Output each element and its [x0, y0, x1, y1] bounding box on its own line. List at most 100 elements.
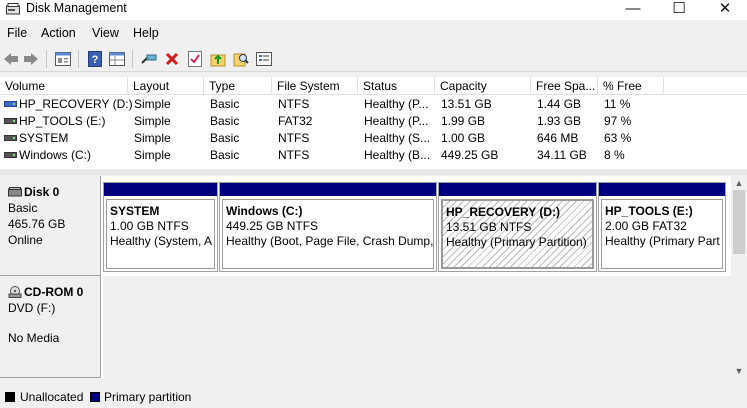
- volume-free: 34.11 GB: [537, 148, 587, 162]
- partition-system[interactable]: SYSTEM 1.00 GB NTFS Healthy (System, A: [103, 182, 218, 272]
- partition-name: HP_TOOLS (E:): [605, 204, 693, 218]
- legend-unallocated: Unallocated: [20, 390, 84, 404]
- legend-primary: Primary partition: [104, 390, 192, 404]
- volume-capacity: 13.51 GB: [441, 97, 492, 111]
- cdrom-0-info[interactable]: CD-ROM 0 DVD (F:) No Media: [0, 276, 101, 378]
- volume-layout: Simple: [134, 114, 171, 128]
- close-button[interactable]: ✕: [702, 0, 747, 20]
- vertical-scrollbar[interactable]: ▲ ▼: [731, 176, 747, 378]
- hard-disk-icon: [8, 187, 22, 197]
- partition-color-bar: [104, 183, 217, 196]
- column-free-space[interactable]: Free Spa...: [531, 77, 598, 95]
- menu-view[interactable]: View: [92, 26, 119, 40]
- partition-size: 13.51 GB NTFS: [446, 220, 532, 234]
- toolbar-separator: [132, 50, 133, 68]
- volume-name: Windows (C:): [19, 148, 92, 162]
- column-file-system[interactable]: File System: [272, 77, 358, 95]
- volume-layout: Simple: [134, 97, 171, 111]
- svg-text:?: ?: [92, 54, 99, 66]
- volume-pct-free: 8 %: [604, 148, 625, 162]
- volume-type: Basic: [210, 114, 240, 128]
- primary-partition-swatch: [90, 392, 100, 402]
- column-volume[interactable]: Volume: [0, 77, 128, 95]
- partition-status: Healthy (Primary Partition): [446, 235, 587, 249]
- menu-bar: File Action View Help: [0, 24, 747, 44]
- volume-name: SYSTEM: [19, 131, 69, 145]
- partition-windows[interactable]: Windows (C:) 449.25 GB NTFS Healthy (Boo…: [219, 182, 437, 272]
- toolbar-separator: [78, 50, 79, 68]
- maximize-button[interactable]: ☐: [656, 0, 702, 20]
- column-capacity[interactable]: Capacity: [435, 77, 531, 95]
- disk-0-info[interactable]: Disk 0 Basic 465.76 GB Online: [0, 176, 101, 276]
- volume-row[interactable]: Windows (C:) Simple Basic NTFS Healthy (…: [0, 147, 747, 164]
- search-icon[interactable]: [232, 50, 250, 68]
- window-title: Disk Management: [26, 1, 127, 15]
- disk-state: Online: [8, 233, 43, 247]
- settings-icon[interactable]: [255, 50, 273, 68]
- column-percent-free[interactable]: % Free: [598, 77, 664, 95]
- volume-free: 1.44 GB: [537, 97, 582, 111]
- volume-list: Volume Layout Type File System Status Ca…: [0, 77, 747, 169]
- column-type[interactable]: Type: [204, 77, 272, 95]
- volume-fs: NTFS: [278, 148, 310, 162]
- volume-type: Basic: [210, 148, 240, 162]
- partition-status: Healthy (Primary Part: [605, 234, 720, 248]
- minimize-button[interactable]: —: [610, 0, 656, 20]
- volume-free: 1.93 GB: [537, 114, 582, 128]
- menu-file[interactable]: File: [7, 26, 27, 40]
- scrollbar-thumb[interactable]: [733, 190, 745, 254]
- partition-size: 449.25 GB NTFS: [226, 219, 319, 233]
- volume-name: HP_RECOVERY (D:): [19, 97, 133, 111]
- disk-management-app-icon: [6, 3, 20, 15]
- menu-help[interactable]: Help: [133, 26, 159, 40]
- partition-size: 1.00 GB NTFS: [110, 219, 189, 233]
- grid-icon[interactable]: [108, 50, 126, 68]
- cdrom-name: CD-ROM 0: [24, 285, 84, 299]
- volume-layout: Simple: [134, 131, 171, 145]
- back-icon[interactable]: [2, 50, 20, 68]
- volume-row[interactable]: HP_RECOVERY (D:) Simple Basic NTFS Healt…: [0, 96, 747, 113]
- partition-name: SYSTEM: [110, 204, 160, 218]
- partition-hp-recovery[interactable]: HP_RECOVERY (D:) 13.51 GB NTFS Healthy (…: [438, 182, 597, 272]
- partition-color-bar: [599, 183, 725, 196]
- unallocated-swatch: [5, 392, 15, 402]
- menu-action[interactable]: Action: [41, 26, 76, 40]
- volume-row[interactable]: HP_TOOLS (E:) Simple Basic FAT32 Healthy…: [0, 113, 747, 130]
- splitter[interactable]: [0, 169, 747, 175]
- volume-type: Basic: [210, 131, 240, 145]
- volume-capacity: 1.00 GB: [441, 131, 486, 145]
- cd-drive-icon: [8, 286, 22, 298]
- volume-status: Healthy (P...: [364, 97, 429, 111]
- cdrom-0-media-area[interactable]: [103, 276, 731, 378]
- partition-status: Healthy (Boot, Page File, Crash Dump,: [226, 234, 434, 248]
- volume-type: Basic: [210, 97, 240, 111]
- volume-name: HP_TOOLS (E:): [19, 114, 106, 128]
- import-icon[interactable]: [209, 50, 227, 68]
- partition-color-bar: [439, 183, 596, 196]
- volume-pct-free: 97 %: [604, 114, 632, 128]
- volume-row[interactable]: SYSTEM Simple Basic NTFS Healthy (S... 1…: [0, 130, 747, 147]
- cdrom-spacer: [8, 316, 100, 330]
- volume-status: Healthy (P...: [364, 114, 429, 128]
- volume-pct-free: 63 %: [604, 131, 632, 145]
- partition-hp-tools[interactable]: HP_TOOLS (E:) 2.00 GB FAT32 Healthy (Pri…: [598, 182, 726, 272]
- help-icon[interactable]: ?: [86, 50, 104, 68]
- forward-icon[interactable]: [22, 50, 40, 68]
- partition-color-bar: [220, 183, 436, 196]
- connect-icon[interactable]: [140, 50, 158, 68]
- delete-icon[interactable]: [163, 50, 181, 68]
- column-status[interactable]: Status: [358, 77, 435, 95]
- disk-0-partitions: SYSTEM 1.00 GB NTFS Healthy (System, A W…: [103, 176, 731, 276]
- scroll-up-icon[interactable]: ▲: [734, 178, 744, 188]
- title-bar: Disk Management — ☐ ✕: [0, 0, 747, 20]
- volume-drive-icon: [4, 135, 17, 141]
- scroll-down-icon[interactable]: ▼: [734, 366, 744, 376]
- volume-drive-icon: [4, 152, 17, 158]
- checklist-icon[interactable]: [186, 50, 204, 68]
- column-layout[interactable]: Layout: [128, 77, 204, 95]
- properties-icon[interactable]: [54, 50, 72, 68]
- volume-drive-icon: [4, 118, 17, 124]
- volume-fs: NTFS: [278, 131, 310, 145]
- volume-free: 646 MB: [537, 131, 579, 145]
- volume-layout: Simple: [134, 148, 171, 162]
